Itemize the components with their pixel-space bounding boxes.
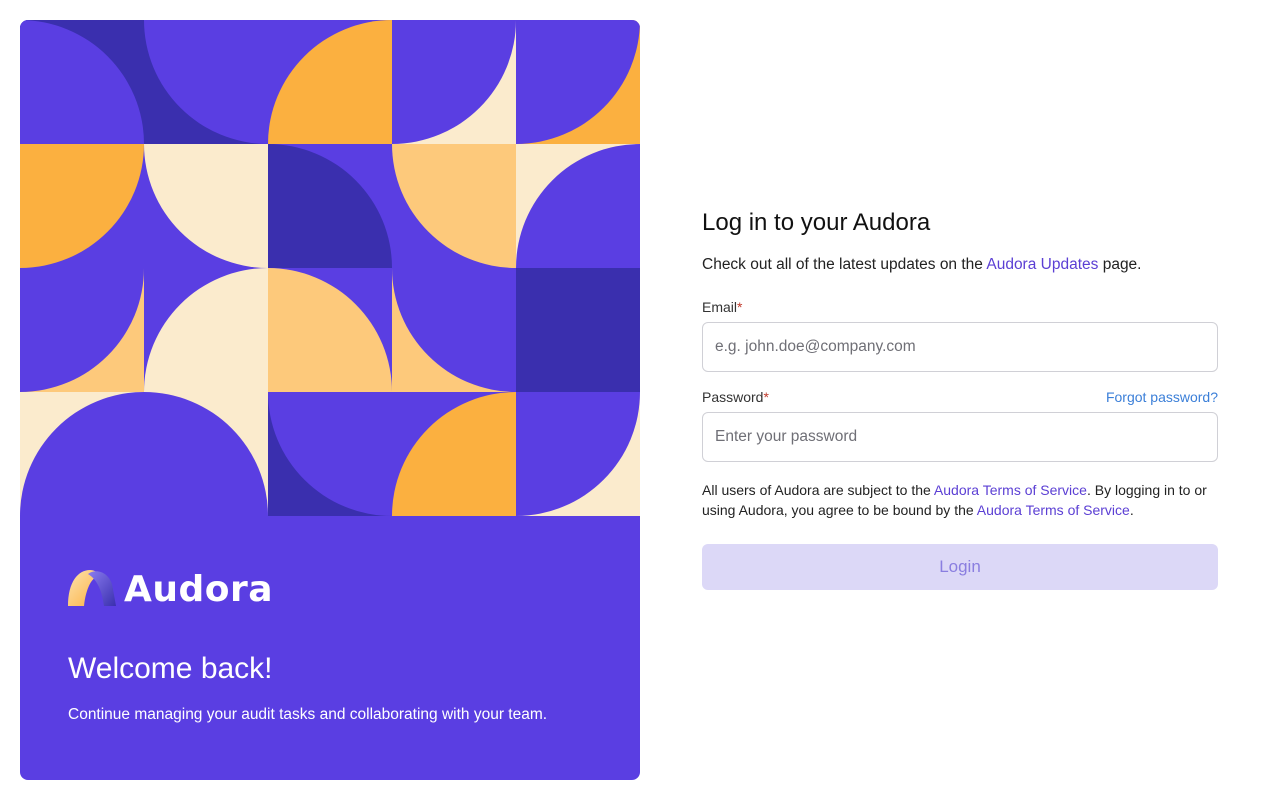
form-title: Log in to your Audora: [702, 209, 931, 236]
forgot-password-link[interactable]: Forgot password?: [1106, 388, 1218, 406]
decorative-pattern: [20, 20, 640, 516]
password-label-row: Password* Forgot password?: [702, 388, 1218, 406]
terms-part3: .: [1129, 502, 1134, 518]
email-label: Email*: [702, 298, 742, 316]
login-button[interactable]: Login: [702, 544, 1218, 590]
terms-text: All users of Audora are subject to the A…: [702, 480, 1218, 520]
password-label-text: Password: [702, 389, 764, 405]
password-required-mark: *: [763, 389, 769, 405]
audora-logo-icon: [68, 570, 116, 606]
updates-suffix: page.: [1098, 256, 1142, 273]
email-required-mark: *: [737, 299, 743, 315]
hero-panel: Audora Welcome back! Continue managing y…: [20, 20, 640, 780]
password-input[interactable]: [702, 412, 1218, 462]
welcome-title: Welcome back!: [68, 652, 273, 685]
password-label: Password*: [702, 388, 769, 406]
login-form: Log in to your Audora Check out all of t…: [702, 206, 1218, 590]
brand: Audora: [68, 568, 274, 610]
audora-updates-link[interactable]: Audora Updates: [986, 256, 1098, 273]
brand-name: Audora: [124, 569, 274, 610]
email-input[interactable]: [702, 322, 1218, 372]
terms-of-service-link-1[interactable]: Audora Terms of Service: [934, 482, 1087, 498]
email-label-text: Email: [702, 299, 738, 315]
terms-part1: All users of Audora are subject to the: [702, 482, 934, 498]
updates-text: Check out all of the latest updates on t…: [702, 254, 1218, 276]
updates-prefix: Check out all of the latest updates on t…: [702, 256, 987, 273]
terms-of-service-link-2[interactable]: Audora Terms of Service: [977, 502, 1130, 518]
welcome-subtitle: Continue managing your audit tasks and c…: [68, 706, 548, 723]
email-label-row: Email*: [702, 298, 1218, 316]
